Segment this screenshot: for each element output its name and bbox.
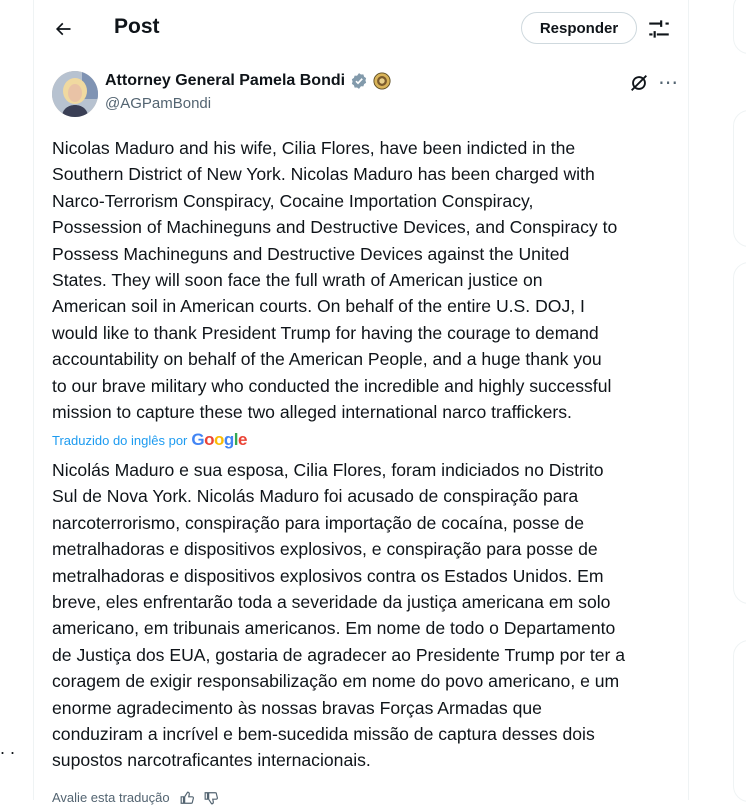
- avatar-image: [52, 71, 98, 117]
- author-handle[interactable]: @AGPamBondi: [105, 95, 211, 112]
- thumbs-down-icon[interactable]: [204, 791, 218, 805]
- google-logo: Google: [191, 430, 247, 449]
- sidebar-card: [733, 110, 746, 247]
- translated-by-label[interactable]: Traduzido do inglês por: [52, 433, 187, 448]
- author-name[interactable]: Attorney General Pamela Bondi: [105, 72, 345, 90]
- column-border-left: [33, 0, 34, 800]
- avatar[interactable]: [52, 71, 98, 117]
- post-header: Post Responder: [34, 0, 688, 58]
- back-arrow-icon: [55, 22, 71, 36]
- verified-badge-icon: [351, 73, 367, 89]
- post-text: Nicolas Maduro and his wife, Cilia Flore…: [52, 138, 618, 423]
- thumbs-up-icon[interactable]: [180, 791, 194, 805]
- sidebar-card: [733, 640, 746, 802]
- rate-translation-row: Avalie esta tradução: [52, 790, 218, 805]
- seal-icon: [373, 72, 391, 90]
- reply-button[interactable]: Responder: [521, 12, 637, 44]
- sidebar-card: [733, 262, 746, 604]
- column-border-right: [688, 0, 689, 800]
- sidebar-card: [733, 0, 746, 54]
- rate-translation-label: Avalie esta tradução: [52, 790, 170, 805]
- grok-icon[interactable]: [628, 72, 650, 94]
- back-button[interactable]: [48, 14, 78, 44]
- author-name-row: Attorney General Pamela Bondi: [105, 72, 391, 90]
- more-accounts-dots[interactable]: . .: [0, 738, 15, 759]
- page-title: Post: [114, 15, 160, 38]
- translation-attribution: Traduzido do inglês por Google: [52, 430, 247, 450]
- sliders-icon[interactable]: [646, 16, 672, 42]
- translated-text: Nicolás Maduro e sua esposa, Cilia Flore…: [52, 460, 626, 771]
- more-icon[interactable]: ⋯: [658, 70, 679, 95]
